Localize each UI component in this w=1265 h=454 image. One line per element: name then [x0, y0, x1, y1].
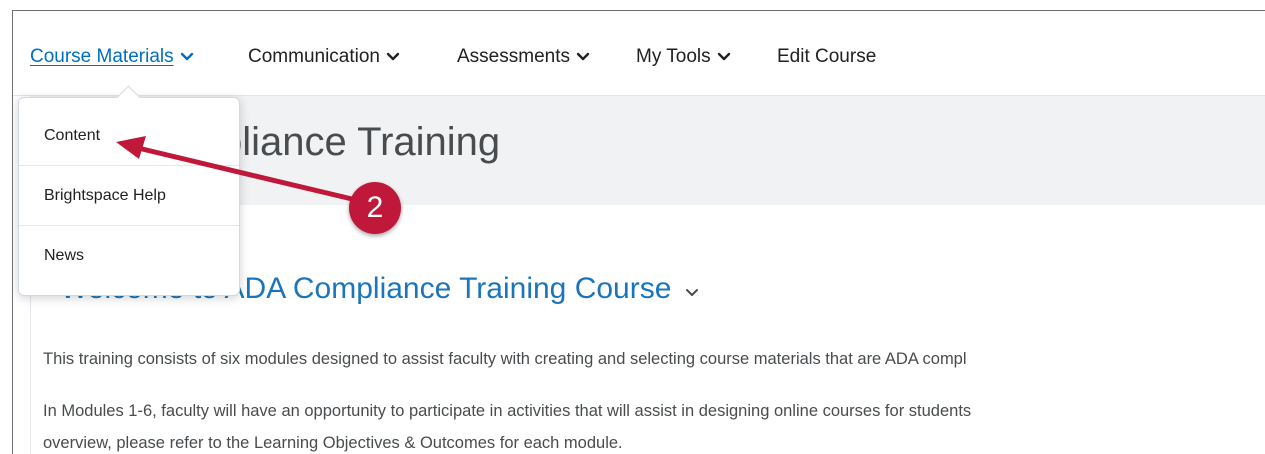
menu-item-news[interactable]: News [19, 226, 239, 286]
nav-my-tools[interactable]: My Tools [636, 44, 731, 70]
modules-paragraph: In Modules 1-6, faculty will have an opp… [43, 402, 972, 420]
chevron-down-icon [386, 52, 400, 62]
course-navbar: Course Materials Communication Assessmen… [13, 11, 1265, 96]
nav-course-materials[interactable]: Course Materials [30, 44, 194, 70]
nav-assessments-label: Assessments [457, 46, 570, 67]
chevron-down-icon [180, 52, 194, 62]
nav-my-tools-label: My Tools [636, 46, 711, 67]
app-frame: Course Materials Communication Assessmen… [12, 10, 1265, 454]
nav-assessments[interactable]: Assessments [457, 44, 590, 70]
intro-paragraph: This training consists of six modules de… [43, 350, 967, 368]
nav-communication[interactable]: Communication [248, 44, 400, 70]
chevron-down-icon [576, 52, 590, 62]
step-number-badge: 2 [349, 182, 401, 234]
nav-edit-course-label: Edit Course [777, 46, 877, 67]
nav-communication-label: Communication [248, 46, 380, 67]
chevron-down-icon[interactable] [685, 272, 699, 306]
overview-paragraph: overview, please refer to the Learning O… [43, 434, 623, 452]
course-title: pliance Training [220, 120, 501, 164]
menu-item-brightspace-help[interactable]: Brightspace Help [19, 166, 239, 226]
nav-course-materials-label: Course Materials [30, 46, 174, 67]
menu-item-content[interactable]: Content [19, 106, 239, 166]
nav-edit-course[interactable]: Edit Course [777, 44, 876, 70]
course-materials-dropdown: Content Brightspace Help News [18, 85, 240, 296]
chevron-down-icon [717, 52, 731, 62]
